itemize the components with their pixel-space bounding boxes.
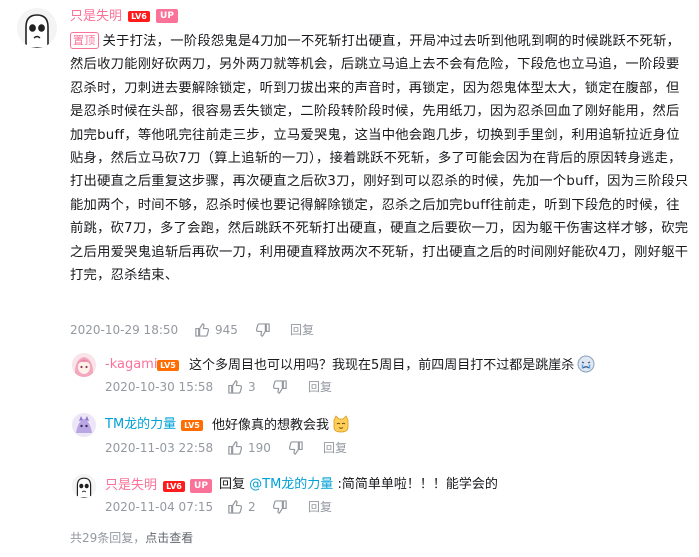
level-badge: LV5 <box>181 420 203 431</box>
reply-body: 回复 @TM龙的力量 :简简单单啦！！！能学会的 <box>219 476 498 494</box>
level-badge: LV6 <box>163 481 185 492</box>
reply-button[interactable]: 回复 <box>308 499 332 515</box>
avatar[interactable] <box>17 8 57 48</box>
reply-body: 这个多周目也可以用吗？我现在5周目，前四周目打不过都是跳崖杀 <box>189 355 595 375</box>
reply-text: 他好像真的想教会我 <box>212 418 330 433</box>
like-count: 2 <box>248 500 256 514</box>
reply-date: 2020-11-04 07:15 <box>105 500 214 514</box>
comment-text: 关于打法，一阶段怨鬼是4刀加一不死斩打出硬直，开局冲过去听到他吼到啊的时候跳跃不… <box>70 34 689 284</box>
avatar-ghost-icon <box>17 8 57 48</box>
avatar[interactable] <box>72 413 96 437</box>
reply-text: :简简单单啦！！！能学会的 <box>333 477 498 492</box>
reply-username[interactable]: 只是失明 <box>105 477 157 495</box>
crying-emoji-icon <box>577 355 595 373</box>
thumbs-down-icon[interactable] <box>256 323 271 338</box>
comment-meta: 2020-10-29 18:50 945 回复 <box>70 322 370 338</box>
reply-meta: 2020-10-30 15:58 3 回复 <box>105 379 365 395</box>
reply-text-prefix: 回复 <box>219 477 250 492</box>
thumbs-down-icon[interactable] <box>289 441 304 456</box>
reply-button[interactable]: 回复 <box>308 379 332 395</box>
reply-count-text: 共29条回复， <box>70 531 146 545</box>
reply-meta: 2020-11-04 07:15 2 回复 <box>105 499 365 515</box>
up-badge: UP <box>190 479 212 493</box>
thumbs-up-icon[interactable] <box>227 379 242 394</box>
reply-username[interactable]: TM龙的力量 <box>105 416 176 434</box>
like-count: 190 <box>248 441 271 455</box>
view-more-replies: 共29条回复，点击查看 <box>70 529 193 546</box>
thumbs-up-icon[interactable] <box>194 322 209 337</box>
cat-emoji-icon <box>332 415 350 433</box>
comment-date: 2020-10-29 18:50 <box>70 323 179 337</box>
avatar-anime-girl-icon <box>72 353 96 377</box>
level-badge: LV6 <box>128 11 150 22</box>
reply-button[interactable]: 回复 <box>323 440 347 456</box>
avatar[interactable] <box>72 353 96 377</box>
comment-body: 置顶 关于打法，一阶段怨鬼是4刀加一不死斩打出硬直，开局冲过去听到他吼到啊的时候跳… <box>70 30 692 287</box>
like-count: 3 <box>248 380 256 394</box>
thumbs-down-icon[interactable] <box>273 500 288 515</box>
reply-button[interactable]: 回复 <box>290 322 314 338</box>
comment-username[interactable]: 只是失明 <box>70 8 122 26</box>
reply-body: 他好像真的想教会我 <box>212 415 350 435</box>
up-badge: UP <box>156 9 178 23</box>
thumbs-up-icon[interactable] <box>227 440 242 455</box>
thumbs-up-icon[interactable] <box>227 499 242 514</box>
pinned-badge: 置顶 <box>70 32 99 49</box>
like-count: 945 <box>215 323 238 337</box>
reply-date: 2020-10-30 15:58 <box>105 380 214 394</box>
avatar-dragon-icon <box>72 413 96 437</box>
reply-username[interactable]: -kagami <box>105 356 157 374</box>
level-badge: LV5 <box>157 360 179 371</box>
avatar-ghost-icon <box>72 474 96 498</box>
avatar[interactable] <box>72 474 96 498</box>
reply-date: 2020-11-03 22:58 <box>105 441 214 455</box>
reply-text: 这个多周目也可以用吗？我现在5周目，前四周目打不过都是跳崖杀 <box>189 358 575 373</box>
view-more-link[interactable]: 点击查看 <box>145 531 193 545</box>
reply-meta: 2020-11-03 22:58 190 回复 <box>105 440 365 456</box>
thumbs-down-icon[interactable] <box>273 380 288 395</box>
mention-link[interactable]: @TM龙的力量 <box>249 477 333 492</box>
